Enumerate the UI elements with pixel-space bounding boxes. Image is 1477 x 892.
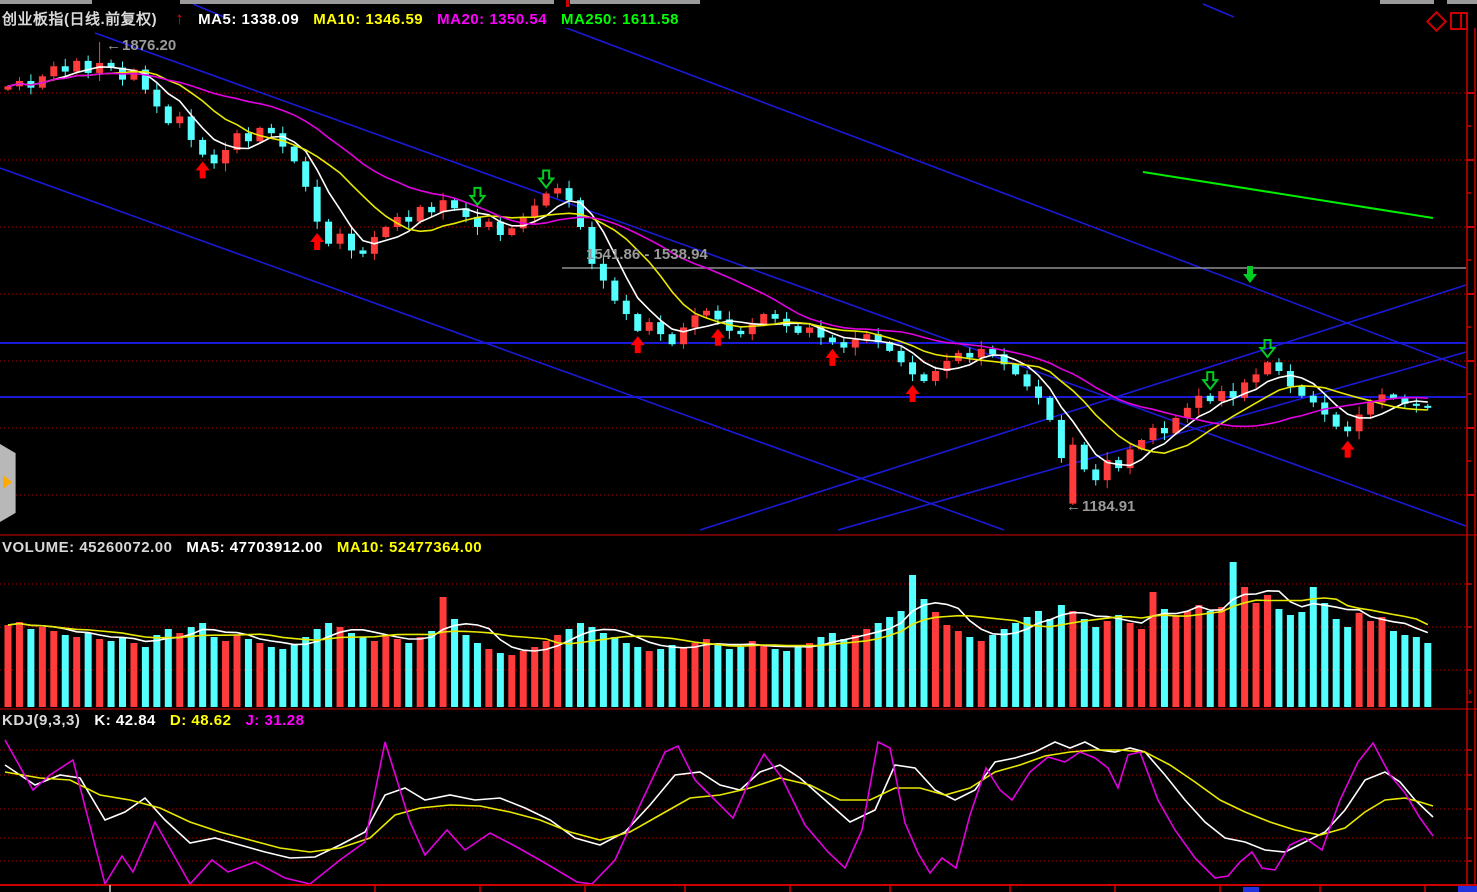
main-gridlines — [0, 93, 1466, 495]
gap-price-label: 1541.86 - 1538.94 — [586, 246, 708, 263]
window-top-strip-segment — [570, 0, 700, 4]
split-panes-icon-divider — [1460, 14, 1462, 28]
main-chart-header: 创业板指(日线.前复权) ↑ MA5: 1338.09 MA10: 1346.59 MA… — [2, 8, 693, 29]
expand-arrow-icon — [3, 475, 12, 489]
stock-chart-window: 创业板指(日线.前复权) ↑ MA5: 1338.09 MA10: 1346.59 MA… — [0, 0, 1477, 892]
expand-left-panel-handle[interactable] — [0, 444, 16, 522]
scrollbar-thumb[interactable] — [1458, 886, 1477, 892]
window-top-strip-segment — [180, 0, 554, 4]
kdj-gridlines — [0, 750, 1466, 861]
ma250-readout: MA250: 1611.58 — [561, 11, 679, 28]
chart-canvas — [0, 0, 1477, 892]
volume-ma-lines — [8, 598, 1428, 646]
kdj-j-readout: J: 31.28 — [245, 712, 304, 729]
axis-scroll-icon[interactable]: › — [1468, 686, 1472, 698]
volume-readout: VOLUME: 45260072.00 — [2, 539, 172, 556]
trend-up-icon: ↑ — [175, 9, 184, 28]
axes — [0, 28, 1477, 892]
window-top-strip-segment — [0, 0, 92, 4]
ma-lines — [8, 67, 1428, 466]
volume-ma10-readout: MA10: 52477364.00 — [337, 539, 482, 556]
ma5-readout: MA5: 1338.09 — [198, 11, 299, 28]
ma10-readout: MA10: 1346.59 — [313, 11, 423, 28]
split-panes-icon[interactable] — [1450, 12, 1468, 30]
window-top-strip-segment — [1447, 0, 1477, 4]
volume-panel-header: VOLUME: 45260072.00 MA5: 47703912.00 MA10:… — [2, 539, 496, 556]
signal-arrows — [196, 161, 1355, 457]
scrollbar-thumb[interactable] — [1243, 887, 1259, 892]
kdj-lines — [5, 740, 1433, 884]
volume-ma5-readout: MA5: 47703912.00 — [186, 539, 322, 556]
window-top-strip-segment — [1380, 0, 1434, 4]
instrument-title: 创业板指(日线.前复权) — [2, 11, 157, 28]
ma20-readout: MA20: 1350.54 — [437, 11, 547, 28]
left-arrow-icon: ← — [106, 37, 121, 54]
left-arrow-icon: ← — [1066, 498, 1081, 515]
high-price-label: ←1876.20 — [106, 37, 176, 54]
kdj-d-readout: D: 48.62 — [170, 712, 232, 729]
kdj-k-readout: K: 42.84 — [94, 712, 156, 729]
volume-ma-lines — [8, 591, 1428, 651]
kdj-name: KDJ(9,3,3) — [2, 712, 80, 729]
kdj-panel-header: KDJ(9,3,3) K: 42.84 D: 48.62 J: 31.28 — [2, 712, 319, 729]
ma250-line — [1143, 172, 1433, 218]
top-strip-red-tick — [566, 0, 569, 7]
low-price-label: ←1184.91 — [1066, 498, 1135, 515]
